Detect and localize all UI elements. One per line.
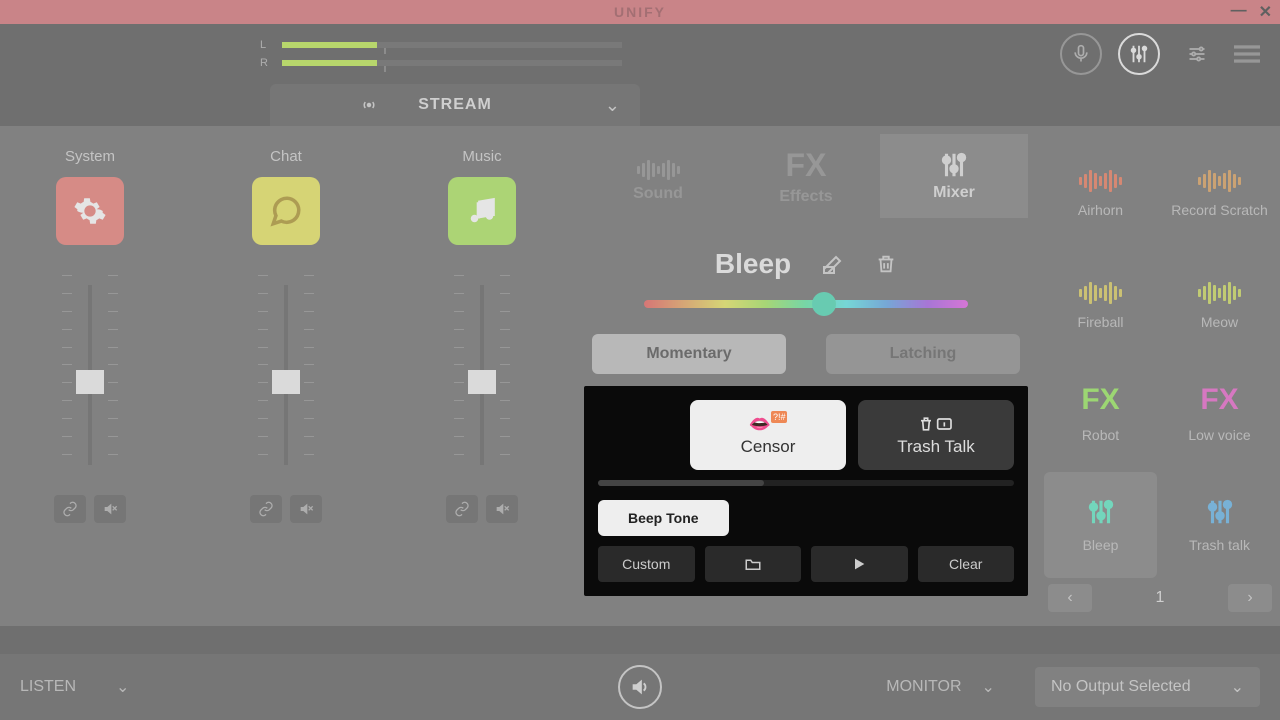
grid-item-fireball[interactable]: Fireball <box>1044 248 1157 354</box>
channel-label: Music <box>462 148 501 165</box>
wave-icon: FX <box>1081 383 1119 417</box>
play-button[interactable] <box>811 546 908 582</box>
wave-icon <box>1205 497 1235 527</box>
app-title: UNIFY <box>614 4 666 20</box>
speaker-button[interactable] <box>618 665 662 709</box>
grid-item-trash-talk[interactable]: Trash talk <box>1163 472 1276 578</box>
channel-label: System <box>65 148 115 165</box>
sound-icon <box>637 150 680 181</box>
meter-right <box>282 60 622 66</box>
pager-prev[interactable]: ‹ <box>1048 584 1092 612</box>
chevron-down-icon: ⌄ <box>1231 677 1244 697</box>
slider-handle[interactable] <box>812 292 836 316</box>
monitor-label: MONITOR <box>886 678 961 696</box>
preset-trash-talk[interactable]: Trash Talk <box>858 400 1014 470</box>
effect-title: Bleep <box>715 248 791 280</box>
chevron-down-icon: ⌄ <box>116 677 129 697</box>
stream-label: STREAM <box>418 96 492 114</box>
mixer-icon <box>939 150 969 180</box>
output-selector[interactable]: No Output Selected ⌄ <box>1035 667 1260 707</box>
grid-item-robot[interactable]: FXRobot <box>1044 360 1157 466</box>
trash-talk-icon <box>916 413 956 435</box>
link-button[interactable] <box>446 495 478 523</box>
mute-button[interactable] <box>94 495 126 523</box>
channel-label: Chat <box>270 148 302 165</box>
tab-mixer[interactable]: Mixer <box>880 134 1028 218</box>
grid-item-record-scratch[interactable]: Record Scratch <box>1163 136 1276 242</box>
footer: LISTEN ⌄ MONITOR ⌄ No Output Selected ⌄ <box>0 654 1280 720</box>
custom-button[interactable]: Custom <box>598 546 695 582</box>
channel-system: System <box>0 138 180 614</box>
clear-button[interactable]: Clear <box>918 546 1015 582</box>
fader-track[interactable] <box>284 285 288 465</box>
broadcast-icon <box>360 96 378 114</box>
meter-right-label: R <box>260 57 270 69</box>
color-slider[interactable] <box>644 300 968 308</box>
stream-selector[interactable]: STREAM ⌄ <box>270 84 640 126</box>
censor-icon: 👄?!# <box>749 414 788 435</box>
minimize-button[interactable]: — <box>1231 2 1247 22</box>
chevron-down-icon[interactable]: ⌄ <box>982 677 995 697</box>
music-icon[interactable] <box>448 177 516 245</box>
fader-handle[interactable] <box>76 370 104 394</box>
listen-selector[interactable]: LISTEN ⌄ <box>20 677 129 697</box>
titlebar: UNIFY — ✕ <box>0 0 1280 24</box>
chevron-down-icon: ⌄ <box>605 95 620 116</box>
preset-censor[interactable]: 👄?!# Censor <box>690 400 846 470</box>
link-button[interactable] <box>250 495 282 523</box>
close-button[interactable]: ✕ <box>1259 2 1272 22</box>
fader-handle[interactable] <box>468 370 496 394</box>
mute-button[interactable] <box>290 495 322 523</box>
grid-item-bleep[interactable]: Bleep <box>1044 472 1157 578</box>
meter-left-label: L <box>260 39 270 51</box>
fader-handle[interactable] <box>272 370 300 394</box>
edit-button[interactable] <box>821 252 845 276</box>
grid-item-meow[interactable]: Meow <box>1163 248 1276 354</box>
fader-track[interactable] <box>88 285 92 465</box>
header: L R <box>0 24 1280 84</box>
mic-settings-button[interactable] <box>1060 33 1102 75</box>
wave-icon <box>1198 272 1241 304</box>
fx-icon: FX <box>786 147 827 184</box>
chat-icon[interactable] <box>252 177 320 245</box>
tab-effects[interactable]: FXEffects <box>732 134 880 218</box>
level-meters: L R <box>260 39 622 69</box>
grid-item-airhorn[interactable]: Airhorn <box>1044 136 1157 242</box>
wave-icon <box>1198 160 1241 192</box>
mode-momentary[interactable]: Momentary <box>592 334 786 374</box>
fader-track[interactable] <box>480 285 484 465</box>
settings-button[interactable] <box>1176 33 1218 75</box>
pager-next[interactable]: › <box>1228 584 1272 612</box>
mode-latching[interactable]: Latching <box>826 334 1020 374</box>
link-button[interactable] <box>54 495 86 523</box>
mixer-view-button[interactable] <box>1118 33 1160 75</box>
browse-button[interactable] <box>705 546 802 582</box>
pager-number: 1 <box>1156 589 1165 607</box>
delete-button[interactable] <box>875 252 897 276</box>
wave-icon <box>1086 497 1116 527</box>
preset-panel: 👄?!# Censor Trash Talk Beep Tone Custom <box>584 386 1028 596</box>
channel-chat: Chat <box>196 138 376 614</box>
menu-button[interactable] <box>1234 41 1260 67</box>
wave-icon <box>1079 272 1122 304</box>
meter-left <box>282 42 622 48</box>
wave-icon: FX <box>1200 383 1238 417</box>
beep-tone-chip[interactable]: Beep Tone <box>598 500 729 536</box>
tab-sound[interactable]: Sound <box>584 134 732 218</box>
gear-icon[interactable] <box>56 177 124 245</box>
preset-scrollbar[interactable] <box>598 480 1014 486</box>
channel-music: Music <box>392 138 572 614</box>
grid-item-low-voice[interactable]: FXLow voice <box>1163 360 1276 466</box>
wave-icon <box>1079 160 1122 192</box>
mute-button[interactable] <box>486 495 518 523</box>
